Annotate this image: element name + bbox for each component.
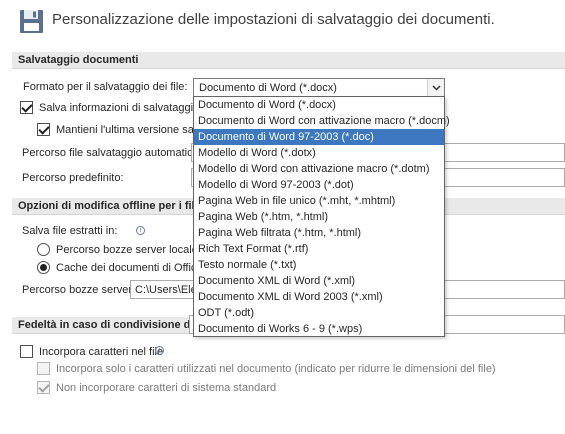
save-checked-out-label: Salva file estratti in:: [22, 225, 118, 237]
section-header-save: Salvataggio documenti: [12, 52, 565, 69]
format-option[interactable]: Documento di Word con attivazione macro …: [194, 113, 450, 129]
format-option[interactable]: Pagina Web in file unico (*.mht, *.mhtml…: [194, 193, 444, 209]
default-path-label: Percorso predefinito:: [22, 172, 124, 184]
embed-used-only-label: Incorpora solo i caratteri utilizzati ne…: [56, 363, 496, 375]
radio-server-drafts-label: Percorso bozze server locale ne: [56, 244, 214, 256]
no-common-fonts-label: Non incorporare caratteri di sistema sta…: [56, 382, 277, 394]
autorecover-checkbox[interactable]: [20, 101, 33, 114]
keep-last-version-checkbox[interactable]: [37, 123, 50, 136]
keep-last-version-label: Mantieni l'ultima versione salvat: [56, 124, 211, 136]
format-option[interactable]: Modello di Word 97-2003 (*.dot): [194, 177, 444, 193]
autorecover-path-label: Percorso file salvataggio automatico:: [22, 147, 202, 159]
format-option[interactable]: Testo normale (*.txt): [194, 257, 444, 273]
format-selected-value: Documento di Word (*.docx): [199, 82, 337, 94]
format-option[interactable]: Pagina Web filtrata (*.htm, *.html): [194, 225, 444, 241]
format-option[interactable]: Documento di Word (*.docx): [194, 97, 444, 113]
format-option[interactable]: Pagina Web (*.htm, *.html): [194, 209, 444, 225]
format-option[interactable]: Rich Text Format (*.rtf): [194, 241, 444, 257]
no-common-fonts-checkbox[interactable]: [37, 381, 50, 394]
info-icon: i: [155, 346, 164, 355]
radio-server-drafts[interactable]: [37, 243, 50, 256]
dropdown-arrow[interactable]: [427, 79, 444, 96]
format-option[interactable]: Documento di Works 6 - 9 (*.wps): [194, 321, 444, 337]
info-icon: i: [136, 226, 145, 235]
format-option[interactable]: Documento di Word 97-2003 (*.doc): [194, 129, 444, 145]
embed-used-only-checkbox[interactable]: [37, 362, 50, 375]
format-label: Formato per il salvataggio dei file:: [23, 81, 188, 93]
page-title: Personalizzazione delle impostazioni di …: [52, 11, 495, 28]
radio-office-cache-label: Cache dei documenti di Office: [56, 262, 203, 274]
format-option[interactable]: Modello di Word (*.dotx): [194, 145, 444, 161]
radio-office-cache[interactable]: [37, 261, 50, 274]
embed-fonts-label: Incorpora caratteri nel file: [39, 346, 164, 358]
save-format-select[interactable]: Documento di Word (*.docx): [193, 78, 445, 97]
section-title-offline: Opzioni di modifica offline per i file d: [18, 200, 211, 212]
floppy-disk-icon: [20, 10, 43, 33]
section-title-fidelity: Fedeltà in caso di condivisione di:: [18, 319, 198, 331]
section-title-save: Salvataggio documenti: [18, 54, 139, 66]
chevron-down-icon: [432, 85, 441, 91]
format-dropdown-list[interactable]: Documento di Word (*.docx) Documento di W…: [193, 96, 450, 337]
format-option[interactable]: Documento XML di Word (*.xml): [194, 273, 444, 289]
format-option[interactable]: Modello di Word con attivazione macro (*…: [194, 161, 444, 177]
drafts-path-label: Percorso bozze server:: [22, 284, 136, 296]
format-option[interactable]: ODT (*.odt): [194, 305, 444, 321]
embed-fonts-checkbox[interactable]: [20, 345, 33, 358]
format-option[interactable]: Documento XML di Word 2003 (*.xml): [194, 289, 444, 305]
autorecover-label: Salva informazioni di salvataggio a: [39, 102, 209, 114]
